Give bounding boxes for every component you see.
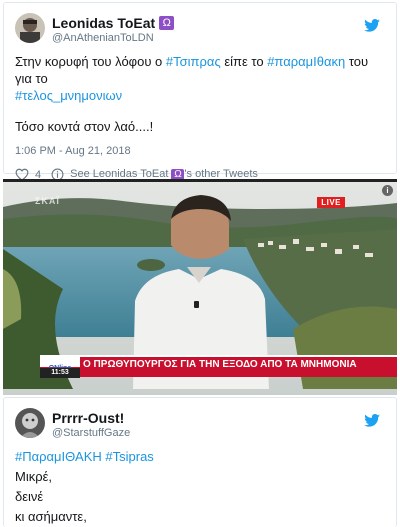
info-button[interactable]: i [382,185,393,196]
tweet-header: Leonidas ToEat Ω @AnAthenianToLDN [15,13,396,53]
display-name-text[interactable]: Leonidas ToEat [52,15,155,31]
ticker-text: Ο ΠΡΩΘΥΠΟΥΡΓΟΣ ΓΙΑ ΤΗΝ ΕΞΟΔΟ ΑΠΟ ΤΑ ΜΝΗΜ… [83,359,357,370]
user-handle[interactable]: @StarstuffGaze [52,427,130,439]
hashtag-link[interactable]: #Τσιπρας [166,54,221,69]
live-badge: LIVE [317,197,345,208]
display-name-text[interactable]: Prrrr-Oust! [52,410,124,426]
tweet-text: #ΠαραμΙΘΑΚΗ #Tsipras Μικρέ, δεινέ κι ασή… [15,448,388,525]
twitter-bird-icon[interactable] [364,19,380,32]
omega-badge-icon: Ω [159,16,175,30]
twitter-bird-icon[interactable] [364,414,380,427]
tweet-header: Prrrr-Oust! @StarstuffGaze [15,408,396,448]
tweet-text-line: Τόσο κοντά στον λαό....! [15,119,154,134]
display-name[interactable]: Leonidas ToEat Ω [52,15,175,31]
video-frame[interactable]: ΣΚΑΪ i LIVE Ο ΠΡΩΘΥΠΟΥΡΓΟΣ ΓΙΑ ΤΗΝ ΕΞΟΔΟ… [3,179,397,395]
tweet-timestamp[interactable]: 1:06 PM - Aug 21, 2018 [15,145,396,157]
info-icon[interactable]: i [386,186,388,195]
channel-watermark: ΣΚΑΪ [35,196,60,206]
tweet-text-part: είπε το [220,54,268,69]
tweet-text: Στην κορυφή του λόφου ο #Τσιπρας είπε το… [15,53,388,135]
user-handle[interactable]: @AnAthenianToLDN [52,32,154,44]
avatar[interactable] [15,13,45,43]
tweet-card-2: Prrrr-Oust! @StarstuffGaze #ΠαραμΙΘΑΚΗ #… [3,397,397,527]
tweet-card-1: Leonidas ToEat Ω @AnAthenianToLDN Στην κ… [3,2,397,181]
tweet-text-part: Στην κορυφή του λόφου ο [15,54,166,69]
clock: 11:53 [40,368,80,378]
poem-line: δεινέ [15,489,44,504]
hashtag-link[interactable]: #ΠαραμΙΘΑΚΗ [15,449,102,464]
poem-line: κι ασήμαντε, [15,509,87,524]
station-logo: ONline [40,357,80,372]
hashtag-link[interactable]: #τελος_μνημονιων [15,88,122,103]
avatar[interactable] [15,408,45,438]
hashtag-link[interactable]: #Tsipras [105,449,153,464]
hashtag-link[interactable]: #παραμΙθακη [267,54,345,69]
display-name[interactable]: Prrrr-Oust! [52,410,124,426]
poem-line: Μικρέ, [15,469,53,484]
